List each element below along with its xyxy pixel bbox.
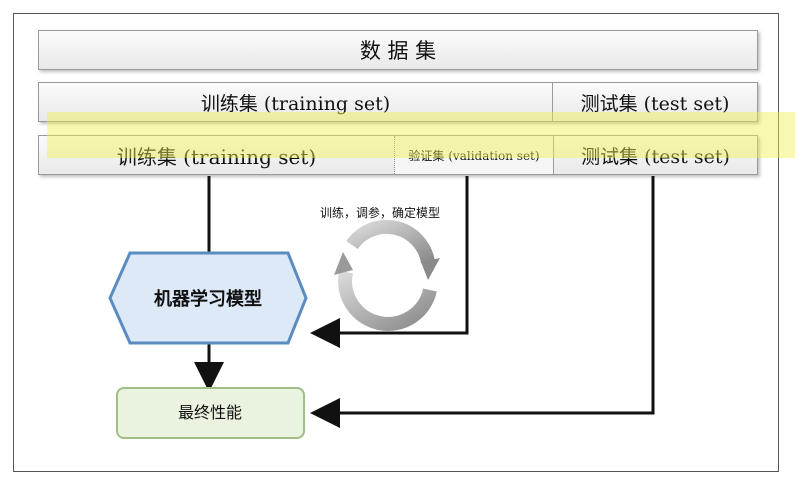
loop-label: 训练，调参，确定模型 bbox=[320, 205, 440, 220]
performance-label: 最终性能 bbox=[178, 403, 242, 422]
model-label: 机器学习模型 bbox=[154, 288, 262, 310]
flow-diagram: 训练，调参，确定模型 机器学习模型 最终性能 bbox=[108, 176, 655, 439]
validation-to-model-arrow bbox=[310, 176, 469, 348]
refresh-cycle-icon bbox=[334, 219, 440, 331]
